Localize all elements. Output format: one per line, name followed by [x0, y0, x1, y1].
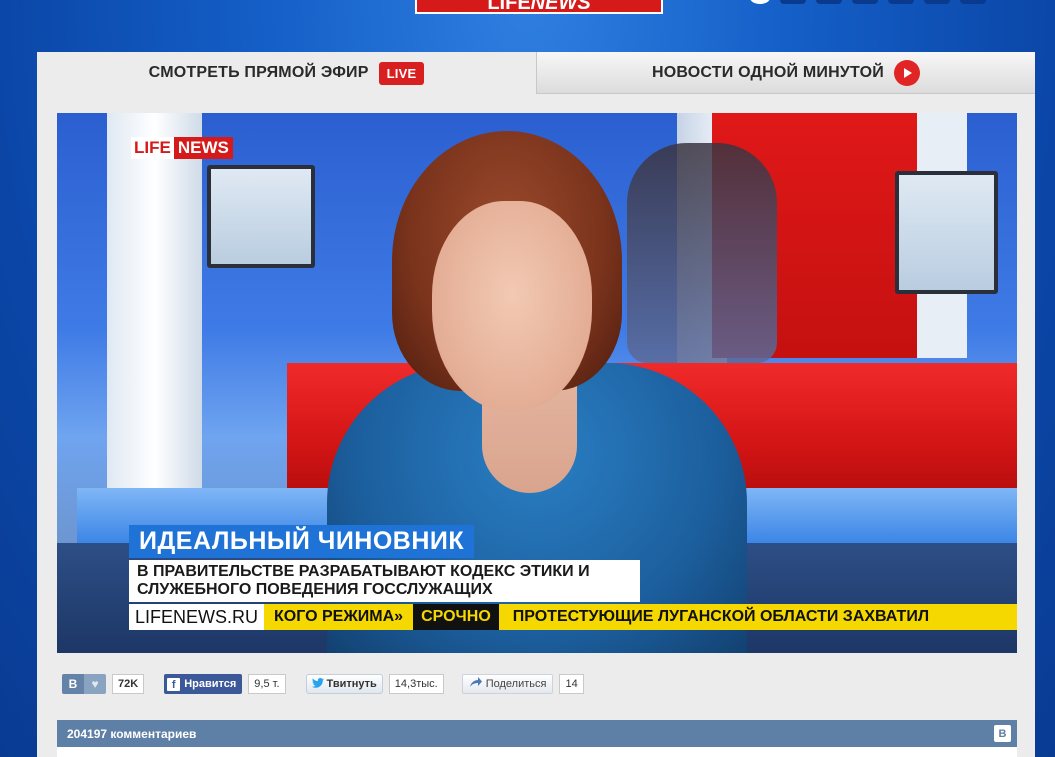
facebook-like-label: Нравится	[184, 678, 237, 690]
tweet-label: Твитнуть	[326, 678, 377, 690]
news-ticker: LIFENEWS.RU КОГО РЕЖИМА» СРОЧНО ПРОТЕСТУ…	[129, 604, 1017, 630]
slider-dot[interactable]	[852, 0, 878, 4]
tweet-button[interactable]: Твитнуть	[305, 674, 383, 694]
vk-like-button[interactable]: В ♥	[62, 674, 106, 694]
vk-icon: В	[62, 674, 84, 694]
twitter-bird-icon	[311, 677, 324, 691]
slider-dot[interactable]	[924, 0, 950, 4]
tab-bar: СМОТРЕТЬ ПРЯМОЙ ЭФИР LIVE НОВОСТИ ОДНОЙ …	[37, 52, 1035, 94]
vk-icon: В	[994, 725, 1011, 742]
ticker-headline: ПРОТЕСТУЮЩИЕ ЛУГАНСКОЙ ОБЛАСТИ ЗАХВАТИЛ	[512, 608, 930, 625]
ticker-urgent-label: СРОЧНО	[413, 604, 499, 630]
live-badge: LIVE	[378, 61, 425, 85]
slider-dots	[750, 0, 986, 4]
background-person	[627, 143, 777, 363]
facebook-like-button[interactable]: f Нравится	[164, 674, 243, 694]
tab-one-minute-news[interactable]: НОВОСТИ ОДНОЙ МИНУТОЙ	[536, 52, 1035, 94]
lower-third-subtitle: В ПРАВИТЕЛЬСТВЕ РАЗРАБАТЫВАЮТ КОДЕКС ЭТИ…	[129, 560, 640, 602]
tweet-count: 14,3тыс.	[388, 674, 444, 694]
heart-icon: ♥	[84, 674, 106, 694]
ticker-site: LIFENEWS.RU	[129, 604, 265, 630]
share-label: Поделиться	[485, 678, 547, 690]
channel-logo-life: LIFE	[131, 137, 174, 159]
share-count: 14	[559, 674, 584, 694]
slider-dot[interactable]	[960, 0, 986, 4]
social-share-bar: В ♥ 72K f Нравится 9,5 т. Твитнуть 14,3т…	[62, 673, 584, 695]
top-logo-life: LIFE	[487, 0, 531, 14]
facebook-icon: f	[167, 677, 181, 691]
top-logo-news: NEWS	[530, 0, 591, 14]
studio-monitor	[207, 165, 315, 268]
vk-like-count: 72K	[112, 674, 145, 694]
slider-dot[interactable]	[888, 0, 914, 4]
channel-logo-news: NEWS	[173, 137, 233, 159]
play-icon	[893, 59, 920, 86]
tab-minute-label: НОВОСТИ ОДНОЙ МИНУТОЙ	[652, 63, 884, 81]
comments-count: 204197 комментариев	[67, 726, 197, 741]
tab-live-label: СМОТРЕТЬ ПРЯМОЙ ЭФИР	[148, 64, 369, 81]
anchor-face	[432, 201, 592, 411]
share-button[interactable]: Поделиться	[461, 674, 554, 694]
comments-header[interactable]: 204197 комментариев В	[57, 720, 1017, 747]
top-logo[interactable]: LIFE NEWS	[415, 0, 663, 14]
slider-dot[interactable]	[750, 0, 770, 4]
ticker-previous: КОГО РЕЖИМА»	[274, 608, 404, 625]
comments-area	[57, 747, 1017, 757]
studio-monitor	[895, 171, 998, 294]
slider-dot[interactable]	[816, 0, 842, 4]
slider-dot[interactable]	[780, 0, 806, 4]
channel-logo: LIFE NEWS	[131, 137, 233, 159]
share-icon	[469, 677, 482, 691]
tab-live-stream[interactable]: СМОТРЕТЬ ПРЯМОЙ ЭФИР LIVE	[37, 52, 536, 94]
player-panel: СМОТРЕТЬ ПРЯМОЙ ЭФИР LIVE НОВОСТИ ОДНОЙ …	[37, 52, 1035, 757]
lower-third-title: ИДЕАЛЬНЫЙ ЧИНОВНИК	[129, 525, 475, 558]
facebook-like-count: 9,5 т.	[248, 674, 286, 694]
video-player[interactable]: LIFE NEWS ИДЕАЛЬНЫЙ ЧИНОВНИК В ПРАВИТЕЛЬ…	[57, 113, 1017, 653]
